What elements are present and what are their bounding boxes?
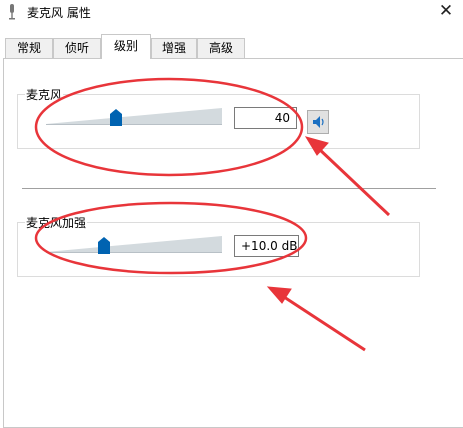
boost-level-field[interactable]: +10.0 dB: [234, 235, 299, 257]
tab-strip: 常规 侦听 级别 增强 高级: [0, 34, 463, 59]
slider-thumb[interactable]: [98, 237, 111, 254]
close-button[interactable]: ✕: [429, 0, 463, 24]
boost-slider[interactable]: [46, 233, 222, 255]
microphone-slider[interactable]: [46, 105, 222, 127]
window-title: 麦克风 属性: [27, 6, 91, 20]
microphone-level-field[interactable]: 40: [234, 107, 297, 129]
slider-track: [46, 236, 222, 253]
mute-button[interactable]: [307, 110, 329, 134]
slider-track: [46, 108, 222, 125]
tab-general[interactable]: 常规: [5, 38, 53, 58]
microphone-icon: [9, 4, 15, 20]
tab-listen[interactable]: 侦听: [53, 38, 101, 58]
tab-advanced[interactable]: 高级: [197, 38, 245, 58]
boost-label: 麦克风加强: [25, 214, 88, 231]
microphone-label: 麦克风: [25, 86, 64, 103]
slider-thumb[interactable]: [110, 109, 123, 126]
tab-levels[interactable]: 级别: [101, 34, 151, 59]
tab-enhancements[interactable]: 增强: [151, 38, 197, 58]
close-icon: ✕: [438, 1, 454, 21]
speaker-icon: [313, 116, 324, 128]
title-bar: 麦克风 属性 ✕: [0, 0, 463, 26]
group-divider: [22, 188, 436, 189]
